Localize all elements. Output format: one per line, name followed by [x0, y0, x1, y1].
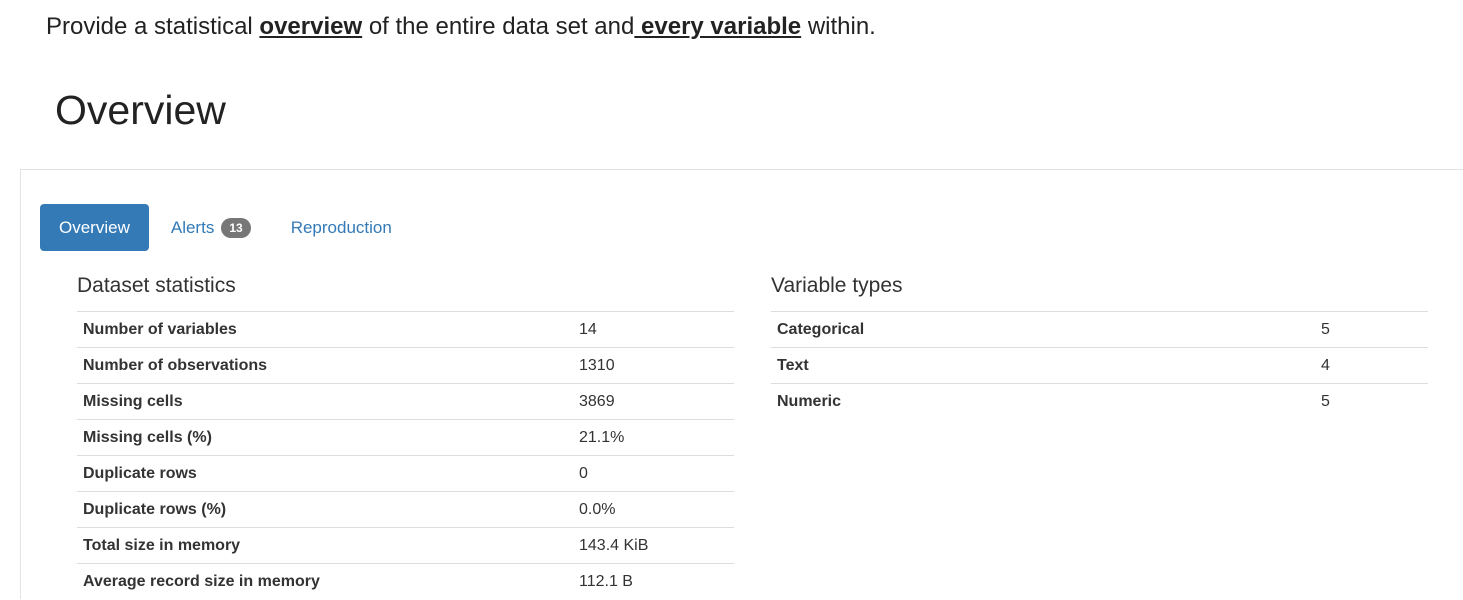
intro-after: within. — [801, 13, 876, 40]
row-label: Number of variables — [77, 311, 573, 348]
variable-types-table: Categorical 5 Text 4 Numeric 5 — [771, 311, 1428, 420]
row-value: 112.1 B — [573, 563, 734, 600]
table-row: Number of observations 1310 — [77, 347, 734, 384]
table-row: Numeric 5 — [771, 383, 1428, 420]
row-value: 1310 — [573, 347, 734, 384]
table-row: Missing cells 3869 — [77, 383, 734, 420]
row-value: 14 — [573, 311, 734, 348]
row-label: Missing cells (%) — [77, 419, 573, 456]
intro-before: Provide a statistical — [46, 13, 260, 40]
tab-alerts[interactable]: Alerts 13 — [149, 204, 272, 251]
table-row: Average record size in memory 112.1 B — [77, 563, 734, 600]
table-row: Duplicate rows (%) 0.0% — [77, 491, 734, 528]
row-label: Average record size in memory — [77, 563, 573, 600]
dataset-statistics-table: Number of variables 14 Number of observati… — [77, 311, 734, 600]
intro-every-variable: every variable — [634, 13, 802, 40]
tab-bar: Overview Alerts 13 Reproduction — [40, 204, 411, 251]
row-label: Categorical — [771, 311, 1315, 348]
intro-middle: of the entire data set and — [362, 13, 635, 40]
row-label: Missing cells — [77, 383, 573, 420]
row-value: 21.1% — [573, 419, 734, 456]
table-row: Categorical 5 — [771, 311, 1428, 348]
row-value: 5 — [1315, 311, 1428, 348]
tab-overview-label: Overview — [59, 218, 130, 237]
intro-overview-word: overview — [259, 13, 363, 40]
row-value: 5 — [1315, 383, 1428, 420]
row-label: Text — [771, 347, 1315, 384]
tab-alerts-label: Alerts — [170, 218, 215, 237]
row-value: 0.0% — [573, 491, 734, 528]
row-value: 4 — [1315, 347, 1428, 384]
table-row: Duplicate rows 0 — [77, 455, 734, 492]
row-label: Duplicate rows (%) — [77, 491, 573, 528]
row-value: 143.4 KiB — [573, 527, 734, 564]
alerts-count-badge: 13 — [221, 217, 251, 238]
tab-reproduction[interactable]: Reproduction — [272, 204, 411, 251]
page-title: Overview — [55, 87, 226, 133]
dataset-statistics-title: Dataset statistics — [77, 274, 236, 297]
row-label: Total size in memory — [77, 527, 573, 564]
table-row: Text 4 — [771, 347, 1428, 384]
row-value: 0 — [573, 455, 734, 492]
row-value: 3869 — [573, 383, 734, 420]
intro-text: Provide a statistical overview of the en… — [46, 11, 876, 43]
row-label: Number of observations — [77, 347, 573, 384]
table-row: Number of variables 14 — [77, 311, 734, 348]
row-label: Numeric — [771, 383, 1315, 420]
tab-reproduction-label: Reproduction — [290, 218, 392, 237]
row-label: Duplicate rows — [77, 455, 573, 492]
tab-overview[interactable]: Overview — [40, 204, 149, 251]
variable-types-title: Variable types — [771, 274, 903, 297]
table-row: Total size in memory 143.4 KiB — [77, 527, 734, 564]
overview-panel: Overview Alerts 13 Reproduction Dataset … — [20, 169, 1463, 600]
table-row: Missing cells (%) 21.1% — [77, 419, 734, 456]
